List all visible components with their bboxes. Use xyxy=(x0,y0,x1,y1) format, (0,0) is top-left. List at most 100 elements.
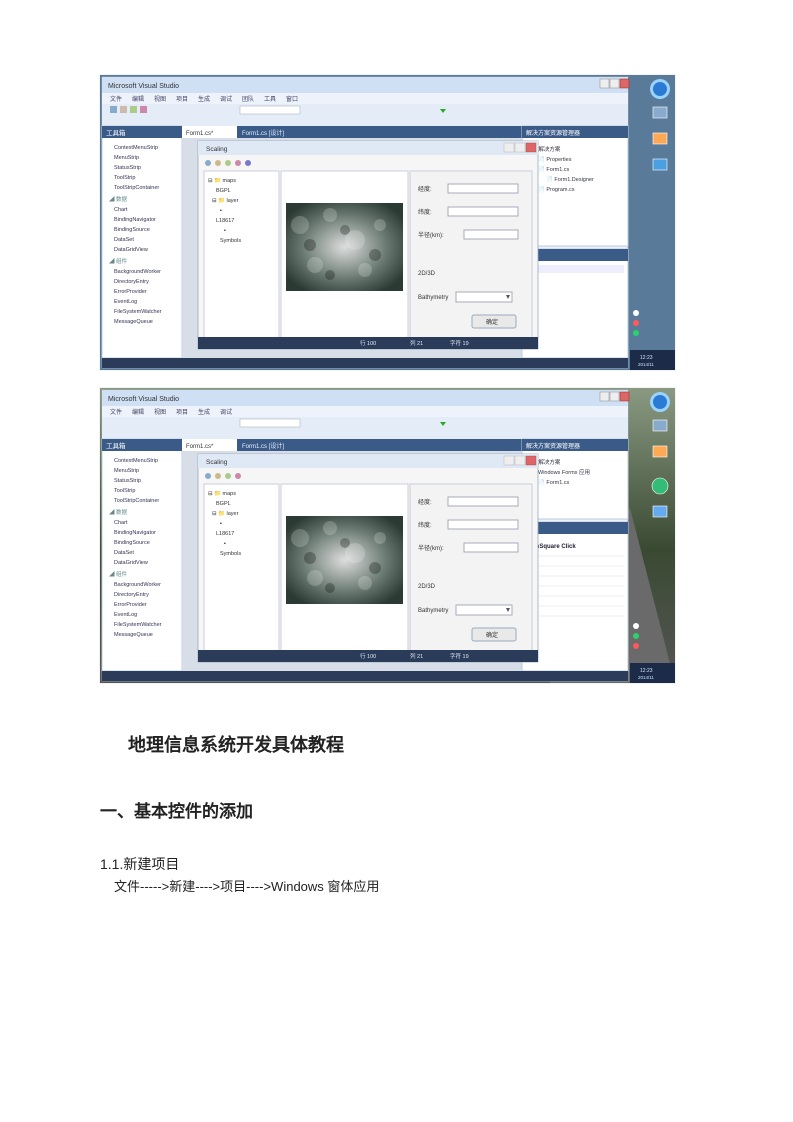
svg-text:列 21: 列 21 xyxy=(410,339,423,347)
svg-text:字符 19: 字符 19 xyxy=(450,339,469,347)
svg-text:Symbols: Symbols xyxy=(220,551,241,557)
svg-text:12:23: 12:23 xyxy=(640,668,653,674)
svg-text:视图: 视图 xyxy=(154,408,166,416)
close-icon[interactable] xyxy=(620,392,629,401)
input-rad[interactable] xyxy=(464,230,518,239)
app-close-icon[interactable] xyxy=(526,456,536,465)
svg-text:解决方案资源管理器: 解决方案资源管理器 xyxy=(526,442,580,450)
svg-text:ToolStrip: ToolStrip xyxy=(114,175,135,181)
svg-text:▪: ▪ xyxy=(220,208,222,214)
svg-text:◢ 组件: ◢ 组件 xyxy=(109,257,128,265)
input-rad[interactable] xyxy=(464,543,518,552)
toolbox-title: 工具箱 xyxy=(106,128,126,137)
svg-text:2014/11: 2014/11 xyxy=(638,675,654,680)
svg-text:FileSystemWatcher: FileSystemWatcher xyxy=(114,622,162,628)
svg-text:ContextMenuStrip: ContextMenuStrip xyxy=(114,145,158,151)
svg-text:工具: 工具 xyxy=(264,96,276,103)
svg-text:文件: 文件 xyxy=(110,408,122,416)
svg-text:项目: 项目 xyxy=(176,409,188,416)
svg-text:字符 19: 字符 19 xyxy=(450,652,469,660)
svg-text:工具箱: 工具箱 xyxy=(106,441,126,450)
dropdown[interactable] xyxy=(456,605,512,615)
svg-text:BGPL: BGPL xyxy=(216,188,231,194)
svg-text:ToolStripContainer: ToolStripContainer xyxy=(114,185,159,191)
svg-text:纬度:: 纬度: xyxy=(418,521,432,529)
svg-text:文件: 文件 xyxy=(110,95,122,103)
app-minimize-icon[interactable] xyxy=(504,456,514,465)
svg-text:📄 Form1.cs: 📄 Form1.cs xyxy=(538,166,570,173)
svg-text:DataSet: DataSet xyxy=(114,550,134,556)
svg-text:2D/3D: 2D/3D xyxy=(418,584,436,590)
minimize-icon[interactable] xyxy=(600,392,609,401)
tab-form-design[interactable]: Form1.cs [设计] xyxy=(242,129,284,137)
svg-text:⊟ 📁 layer: ⊟ 📁 layer xyxy=(212,197,239,204)
input-lon[interactable] xyxy=(448,184,518,193)
svg-text:L18617: L18617 xyxy=(216,531,234,537)
app-minimize-icon[interactable] xyxy=(504,143,514,152)
svg-text:📄 Form1.cs: 📄 Form1.cs xyxy=(538,479,570,486)
vs-title: Microsoft Visual Studio xyxy=(108,83,179,90)
app-title: Scaling xyxy=(206,146,228,153)
maximize-icon[interactable] xyxy=(610,79,619,88)
input-lat[interactable] xyxy=(448,207,518,216)
app-maximize-icon[interactable] xyxy=(515,143,525,152)
svg-text:Form1.cs [设计]: Form1.cs [设计] xyxy=(242,442,284,450)
svg-text:Symbols: Symbols xyxy=(220,238,241,244)
svg-text:ErrorProvider: ErrorProvider xyxy=(114,602,147,608)
svg-text:MessageQueue: MessageQueue xyxy=(114,632,153,638)
svg-text:BindingSource: BindingSource xyxy=(114,540,150,546)
svg-text:▪: ▪ xyxy=(220,521,222,527)
svg-text:Scaling: Scaling xyxy=(206,459,228,466)
input-lat[interactable] xyxy=(448,520,518,529)
dropdown[interactable] xyxy=(456,292,512,302)
label-chart: 2D/3D xyxy=(418,271,436,277)
svg-text:ErrorProvider: ErrorProvider xyxy=(114,289,147,295)
svg-text:Bathymetry: Bathymetry xyxy=(418,295,448,301)
svg-text:BackgroundWorker: BackgroundWorker xyxy=(114,582,161,588)
minimize-icon[interactable] xyxy=(600,79,609,88)
svg-text:ContextMenuStrip: ContextMenuStrip xyxy=(114,458,158,464)
svg-text:生成: 生成 xyxy=(198,408,210,416)
app-close-icon[interactable] xyxy=(526,143,536,152)
svg-text:◢ 组件: ◢ 组件 xyxy=(109,570,128,578)
svg-text:确定: 确定 xyxy=(486,631,498,639)
svg-text:📄 Properties: 📄 Properties xyxy=(538,156,572,163)
doc-title: 地理信息系统开发具体教程 xyxy=(100,731,693,757)
taskbar-date: 2014/11 xyxy=(638,362,654,367)
label-lon: 经度: xyxy=(418,185,432,193)
app-window: Scaling ⊟ 📁 maps BGPL ⊟ 📁 layer xyxy=(198,141,538,349)
svg-text:ToolStripContainer: ToolStripContainer xyxy=(114,498,159,504)
doc-step-num: 1.1.新建项目 xyxy=(100,854,693,874)
label-rad: 半径(km): xyxy=(418,231,444,239)
ok-button[interactable]: 确定 xyxy=(472,315,516,328)
svg-text:▪: ▪ xyxy=(224,228,226,234)
svg-text:Bathymetry: Bathymetry xyxy=(418,608,448,614)
svg-text:Microsoft Visual Studio: Microsoft Visual Studio xyxy=(108,396,179,403)
svg-text:DirectoryEntry: DirectoryEntry xyxy=(114,592,149,598)
input-lon[interactable] xyxy=(448,497,518,506)
label-lat: 纬度: xyxy=(418,208,432,216)
svg-text:📄 Program.cs: 📄 Program.cs xyxy=(538,186,575,193)
svg-text:DataGridView: DataGridView xyxy=(114,560,148,566)
svg-text:BindingSource: BindingSource xyxy=(114,227,150,233)
tab-form-cs[interactable]: Form1.cs* xyxy=(186,131,214,137)
screenshot-2: 12:23 2014/11 Microsoft Visual Studio 文件… xyxy=(100,388,675,683)
svg-text:StatusStrip: StatusStrip xyxy=(114,478,141,484)
maximize-icon[interactable] xyxy=(610,392,619,401)
svg-text:EventLog: EventLog xyxy=(114,299,137,305)
svg-text:调试: 调试 xyxy=(220,95,232,103)
close-icon[interactable] xyxy=(620,79,629,88)
ok-button[interactable]: 确定 xyxy=(472,628,516,641)
svg-text:⊟ 📁 maps: ⊟ 📁 maps xyxy=(208,490,236,497)
app-maximize-icon[interactable] xyxy=(515,456,525,465)
svg-text:视图: 视图 xyxy=(154,95,166,103)
svg-text:DirectoryEntry: DirectoryEntry xyxy=(114,279,149,285)
svg-text:◢ 数据: ◢ 数据 xyxy=(109,195,128,203)
svg-text:MenuStrip: MenuStrip xyxy=(114,155,139,161)
doc-step-path: 文件----->新建---->项目---->Windows 窗体应用 xyxy=(100,876,693,895)
svg-text:行 100: 行 100 xyxy=(360,339,376,347)
svg-text:列 21: 列 21 xyxy=(410,652,423,660)
svg-text:📄 Form1.Designer: 📄 Form1.Designer xyxy=(546,176,594,183)
svg-text:项目: 项目 xyxy=(176,96,188,103)
svg-text:编辑: 编辑 xyxy=(132,95,144,103)
